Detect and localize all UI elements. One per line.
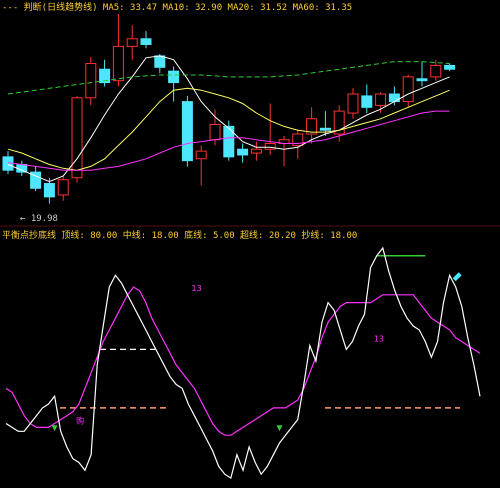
- candle-body: [209, 123, 221, 141]
- osc-signal-line: [5, 286, 481, 436]
- diamond-icon: [452, 272, 462, 282]
- oscillator-panel: [5, 246, 481, 480]
- osc-marker-label: 13: [374, 335, 384, 344]
- candle-body: [388, 93, 400, 103]
- chart-window: 购131313 --- 判断(日线趋势线) MA5: 33.47 MA10: 3…: [0, 0, 500, 488]
- candle-body: [361, 95, 373, 108]
- candle-body: [430, 64, 442, 78]
- chart-canvas: 购131313 --- 判断(日线趋势线) MA5: 33.47 MA10: 3…: [0, 1, 500, 480]
- candle-body: [347, 93, 359, 114]
- candles-layer: [2, 14, 456, 204]
- candle-body: [402, 76, 414, 103]
- candle-body: [85, 63, 97, 99]
- candle-body: [444, 64, 456, 70]
- candle-body: [237, 148, 249, 156]
- candle-body: [195, 150, 207, 160]
- candle-body: [140, 38, 152, 45]
- candle-body: [43, 183, 55, 198]
- arrow-down-icon: [276, 425, 283, 432]
- price-header: --- 判断(日线趋势线) MA5: 33.47 MA10: 32.90 MA2…: [2, 1, 352, 13]
- candle-body: [264, 143, 276, 150]
- candle-body: [168, 70, 180, 84]
- candle-body: [57, 179, 69, 196]
- oscillator-header: 平衡点抄底线 顶线: 80.00 中线: 18.00 底线: 5.00 超线: …: [2, 229, 357, 241]
- osc-marker-label: 购: [76, 415, 84, 425]
- candle-body: [154, 55, 166, 68]
- candle-body: [416, 78, 428, 82]
- candle-body: [223, 125, 235, 158]
- arrow-down-icon: [51, 425, 58, 432]
- low-price-label: ← 19.98: [20, 214, 58, 224]
- candle-body: [112, 45, 124, 82]
- candle-body: [126, 38, 138, 47]
- candle-body: [319, 127, 331, 131]
- ma-line-ma60: [7, 61, 450, 95]
- osc-main-line: [5, 246, 481, 480]
- candle-body: [181, 101, 193, 162]
- osc-marker-label: 13: [192, 284, 202, 293]
- candle-body: [250, 148, 262, 154]
- candle-body: [375, 93, 387, 106]
- candle-body: [71, 97, 83, 179]
